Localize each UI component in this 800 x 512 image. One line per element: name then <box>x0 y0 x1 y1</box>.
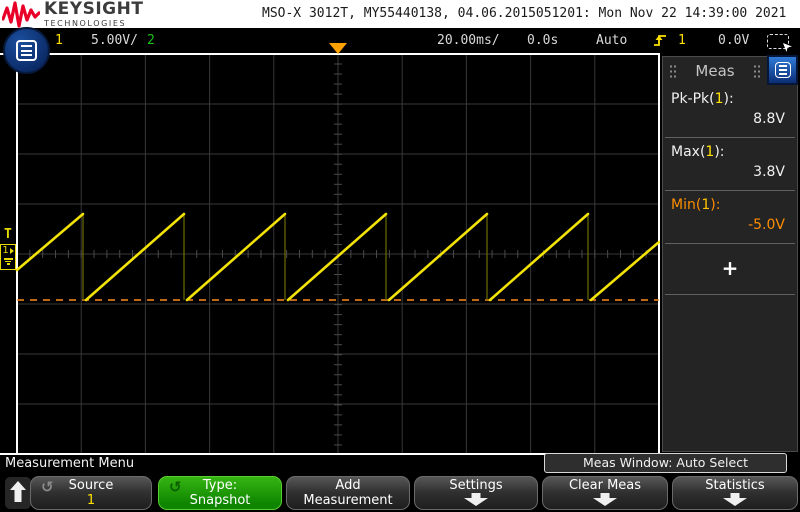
knob-icon: ↺ <box>169 478 182 496</box>
softkey-settings[interactable]: Settings <box>414 476 538 510</box>
delay-value[interactable]: 0.0s <box>527 33 558 48</box>
status-bar: 1 5.00V/ 2 20.00ms/ 0.0s Auto 1 0.0V <box>0 28 800 53</box>
waveform-svg <box>0 53 660 455</box>
meas-value: -5.0V <box>671 213 789 239</box>
ground-symbol-icon <box>4 257 13 265</box>
keysight-waveform-icon <box>2 1 40 28</box>
meas-row-min[interactable]: Min(1): -5.0V <box>663 191 797 243</box>
up-arrow-icon <box>10 481 26 490</box>
timebase-value[interactable]: 20.00ms/ <box>437 33 500 48</box>
drag-grip-icon[interactable] <box>669 64 677 78</box>
separator <box>665 294 795 295</box>
trigger-time-marker[interactable] <box>329 43 347 54</box>
main-menu-button[interactable] <box>3 27 50 74</box>
back-up-button[interactable] <box>5 477 31 509</box>
down-arrow-icon <box>464 498 488 506</box>
ch1-marker-number: 1 <box>2 246 8 256</box>
keysight-logo-text: KEYSIGHT TECHNOLOGIES <box>44 1 143 28</box>
knob-icon: ↺ <box>41 478 54 496</box>
waveform-display <box>0 53 660 455</box>
softkey-statistics[interactable]: Statistics <box>672 476 798 510</box>
meas-value: 3.8V <box>671 160 789 186</box>
meas-row-max[interactable]: Max(1): 3.8V <box>663 138 797 190</box>
meas-row-pkpk[interactable]: Pk-Pk(1): 8.8V <box>663 85 797 137</box>
softkey-source[interactable]: ↺ Source 1 <box>30 476 152 510</box>
ch1-number[interactable]: 1 <box>55 33 63 48</box>
meas-label: Max(1): <box>671 144 789 160</box>
header-bar: KEYSIGHT TECHNOLOGIES MSO-X 3012T, MY554… <box>0 0 800 28</box>
meas-value: 8.8V <box>671 107 789 133</box>
trigger-level[interactable]: 0.0V <box>718 33 749 48</box>
softkey-clear-meas[interactable]: Clear Meas <box>542 476 668 510</box>
trigger-level-marker[interactable]: T <box>4 227 12 242</box>
softkey-type[interactable]: ↺ Type: Snapshot <box>158 476 282 510</box>
acquisition-mode[interactable]: Auto <box>596 33 627 48</box>
menu-title: Measurement Menu <box>5 456 134 471</box>
oscilloscope-screen: KEYSIGHT TECHNOLOGIES MSO-X 3012T, MY554… <box>0 0 800 512</box>
brand-name: KEYSIGHT <box>44 1 143 18</box>
ch2-number[interactable]: 2 <box>147 33 155 48</box>
meas-menu-button[interactable] <box>767 55 798 85</box>
keysight-logo: KEYSIGHT TECHNOLOGIES <box>2 1 143 28</box>
trigger-source[interactable]: 1 <box>678 33 686 48</box>
meas-label: Pk-Pk(1): <box>671 91 789 107</box>
meas-panel: Meas Pk-Pk(1): 8.8V Max(1): 3.8V Min(1):… <box>662 56 798 452</box>
down-arrow-icon <box>723 498 747 506</box>
menu-icon <box>16 40 37 61</box>
meas-label: Min(1): <box>671 197 789 213</box>
brand-subname: TECHNOLOGIES <box>44 20 143 28</box>
ch1-marker-arrow-icon <box>10 248 14 254</box>
ch1-ground-marker[interactable]: 1 <box>0 244 16 270</box>
add-measurement-button[interactable]: + <box>663 244 797 294</box>
touch-select-icon[interactable] <box>767 34 789 49</box>
trigger-edge-icon[interactable] <box>652 32 668 52</box>
meas-window-setting: Meas Window: Auto Select <box>544 453 787 473</box>
meas-panel-title: Meas <box>683 62 747 80</box>
instrument-title: MSO-X 3012T, MY55440138, 04.06.201505120… <box>262 6 786 21</box>
meas-panel-header[interactable]: Meas <box>663 57 797 85</box>
down-arrow-icon <box>593 498 617 506</box>
drag-grip-icon[interactable] <box>753 64 761 78</box>
menu-icon <box>775 62 791 78</box>
ch1-scale[interactable]: 5.00V/ <box>91 33 138 48</box>
softkey-add-measurement[interactable]: Add Measurement <box>286 476 410 510</box>
